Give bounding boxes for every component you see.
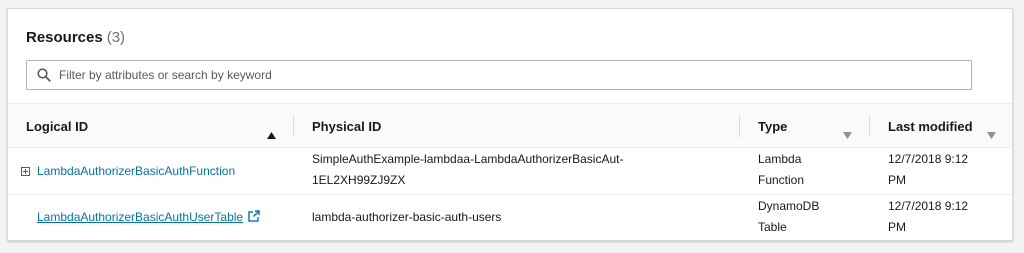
column-divider	[869, 115, 870, 137]
column-header-type[interactable]: Type	[758, 119, 787, 134]
table-row: LambdaAuthorizerBasicAuthUserTable lambd…	[8, 195, 1012, 241]
logical-id-link[interactable]: LambdaAuthorizerBasicAuthUserTable	[37, 210, 243, 224]
expand-icon[interactable]	[21, 167, 30, 176]
type-line: DynamoDB	[758, 199, 820, 213]
external-link-icon[interactable]	[248, 210, 261, 222]
column-header-logical-id[interactable]: Logical ID	[26, 119, 88, 134]
column-divider	[293, 115, 294, 137]
panel-header: Resources (3)	[26, 29, 125, 46]
logical-id-cell: LambdaAuthorizerBasicAuthUserTable	[37, 206, 261, 229]
physical-id-line: SimpleAuthExample-lambdaa-LambdaAuthoriz…	[312, 152, 624, 166]
sort-down-icon[interactable]	[987, 132, 996, 139]
table-header: Logical ID Physical ID Type Last modifie…	[8, 103, 1012, 148]
type-line: Table	[758, 220, 787, 234]
search-icon	[37, 68, 51, 82]
table-row: LambdaAuthorizerBasicAuthFunction Simple…	[8, 148, 1012, 195]
search-box[interactable]	[26, 60, 972, 90]
sort-ascending-icon[interactable]	[267, 132, 276, 139]
physical-id-line: 1EL2XH99ZJ9ZX	[312, 173, 406, 187]
last-modified-line: PM	[888, 220, 906, 234]
search-input[interactable]	[59, 61, 959, 89]
type-line: Function	[758, 173, 805, 187]
logical-id-cell: LambdaAuthorizerBasicAuthFunction	[37, 160, 235, 183]
last-modified-line: 12/7/2018 9:12	[888, 152, 969, 166]
physical-id-line: lambda-authorizer-basic-auth-users	[312, 210, 502, 224]
resources-panel: Resources(3) Logical ID Physical ID Type…	[7, 8, 1013, 241]
last-modified-line: PM	[888, 173, 906, 187]
column-divider	[739, 115, 740, 137]
logical-id-link[interactable]: LambdaAuthorizerBasicAuthFunction	[37, 164, 235, 178]
type-line: Lambda	[758, 152, 802, 166]
resource-count: (3)	[106, 29, 126, 46]
column-header-last-modified[interactable]: Last modified	[888, 119, 973, 134]
column-header-physical-id[interactable]: Physical ID	[312, 119, 381, 134]
last-modified-line: 12/7/2018 9:12	[888, 199, 969, 213]
panel-title: Resources	[26, 29, 103, 46]
sort-down-icon[interactable]	[843, 132, 852, 139]
